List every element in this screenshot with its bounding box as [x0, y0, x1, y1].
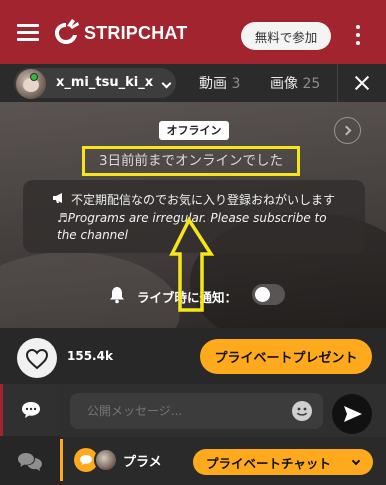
up-arrow-annotation — [169, 216, 215, 312]
favorite-button[interactable] — [17, 338, 57, 378]
bunny-logo-icon — [55, 19, 79, 44]
tab-photos-label: 画像 — [270, 76, 298, 92]
pm-user-avatar — [94, 448, 118, 472]
emoji-icon[interactable] — [292, 401, 312, 421]
private-chat-label: プライベートチャット — [206, 455, 331, 471]
pm-user-name: プラメ — [123, 455, 162, 470]
send-icon — [344, 406, 362, 422]
model-selector[interactable]: x_mi_tsu_ki_x — [14, 68, 176, 99]
brand-logo[interactable]: STRIPCHAT — [50, 17, 187, 49]
private-present-button[interactable]: プライベートプレゼント — [200, 339, 372, 374]
chat-panel: プラメ プライベートチャット — [0, 384, 386, 485]
menu-icon[interactable] — [17, 24, 39, 42]
chat-side-nav — [0, 384, 60, 485]
smile-face-icon — [296, 407, 308, 416]
app-frame: STRIPCHAT 無料で参加 x_mi_tsu_ki_x 動画 3 画像 25 — [0, 0, 386, 485]
chat-bubble-icon — [22, 402, 40, 418]
top-header: STRIPCHAT 無料で参加 — [0, 0, 386, 64]
pm-accent-bar — [60, 439, 63, 481]
model-name: x_mi_tsu_ki_x — [56, 75, 154, 90]
private-chat-button[interactable]: プライベートチャット — [193, 449, 373, 475]
chevron-down-icon — [161, 78, 172, 89]
heart-icon — [25, 348, 49, 370]
status-dot-icon — [30, 73, 38, 81]
tab-photos[interactable]: 画像 25 — [270, 73, 320, 93]
public-chat-tab[interactable] — [0, 384, 60, 436]
private-message-strip[interactable]: プラメ プライベートチャット — [60, 437, 386, 485]
close-icon[interactable] — [337, 64, 386, 102]
private-chats-tab[interactable] — [0, 436, 60, 485]
brand-name: STRIPCHAT — [84, 23, 188, 43]
action-bar: 155.4k プライベートプレゼント — [0, 328, 386, 384]
favorite-count: 155.4k — [67, 349, 113, 363]
tab-videos[interactable]: 動画 3 — [199, 73, 240, 93]
more-options-icon[interactable] — [355, 25, 361, 45]
model-bar: x_mi_tsu_ki_x 動画 3 画像 25 — [0, 64, 386, 102]
video-player[interactable]: オフライン 3日前前までオンラインでした 不定期配信なのでお気に入り登録おねがい… — [0, 102, 386, 328]
public-message-input[interactable] — [70, 393, 323, 429]
join-free-button[interactable]: 無料で参加 — [241, 22, 331, 50]
tab-videos-label: 動画 — [199, 76, 227, 92]
chat-bubble-icon — [80, 455, 92, 465]
tab-videos-count: 3 — [231, 76, 241, 92]
chevron-down-icon — [351, 456, 361, 466]
chats-icon — [18, 453, 42, 471]
tab-photos-count: 25 — [302, 76, 321, 92]
send-button[interactable] — [332, 394, 372, 434]
